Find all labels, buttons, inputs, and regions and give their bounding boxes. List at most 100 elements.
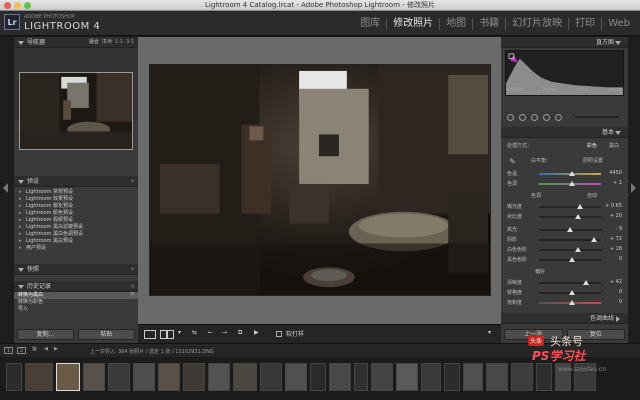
filmstrip-thumbnail[interactable] [260,363,282,391]
red-eye-icon[interactable] [543,114,550,121]
slider-temp[interactable]: 色温 4450 [505,170,624,178]
chevron-down-icon[interactable]: ▾ [178,329,181,336]
window-controls[interactable] [4,2,31,9]
image-canvas[interactable] [138,37,501,324]
preset-folder[interactable]: Lightroom 视频预设 [14,217,138,224]
page-1-button[interactable]: 1 [4,347,13,354]
slider-saturation[interactable]: 饱和度 0 [505,299,624,307]
filmstrip-thumbnail[interactable] [463,363,483,391]
zoom-window-button[interactable] [24,2,31,9]
preset-folder[interactable]: Lightroom 常规预设 [14,189,138,196]
preset-folder[interactable]: Lightroom 黑白预设 [14,238,138,245]
treatment-color[interactable]: 彩色 [587,142,597,149]
filmstrip-thumbnail[interactable] [108,363,130,391]
forward-icon[interactable]: ▶ [54,346,58,352]
preset-folder[interactable]: Lightroom 效果预设 [14,196,138,203]
preset-folder[interactable]: Lightroom 锐化预设 [14,203,138,210]
module-book[interactable]: 书籍 [472,18,505,30]
grid-overlay-icon[interactable] [507,114,514,121]
main-photo[interactable] [149,64,491,296]
module-develop[interactable]: 修改照片 [386,18,439,30]
spot-removal-icon[interactable] [531,114,538,121]
before-after-icon[interactable] [160,330,174,339]
filmstrip-thumbnail[interactable] [183,363,205,391]
filmstrip-thumbnail[interactable] [6,363,22,391]
module-print[interactable]: 打印 [568,18,601,30]
filmstrip-thumbnail[interactable] [208,363,230,391]
loupe-view-icon[interactable] [144,330,156,339]
auto-tone-button[interactable]: 自动 [587,192,597,199]
filmstrip-thumbnail[interactable] [444,363,460,391]
slider-shadows[interactable]: 阴影 + 72 [505,236,624,244]
preset-folder[interactable]: Lightroom 颜色预设 [14,210,138,217]
filmstrip-thumbnail[interactable] [285,363,307,391]
filmstrip-thumbnail[interactable] [56,363,80,391]
close-window-button[interactable] [4,2,11,9]
snapshots-header[interactable]: 快照 + [14,264,138,275]
play-icon[interactable]: ▶ [254,329,259,336]
swap-left-icon[interactable]: ⇆ [192,329,197,336]
add-preset-icon[interactable]: + [130,176,135,187]
right-panel-toggle[interactable] [628,37,640,343]
treatment-bw[interactable]: 黑白 [609,142,619,149]
module-slideshow[interactable]: 幻灯片放映 [505,18,568,30]
basic-header[interactable]: 基本 [501,127,628,138]
wb-select[interactable]: 原照设置 [583,157,603,164]
preset-folder[interactable]: 用户预设 [14,245,138,252]
slider-highlights[interactable]: 高光 - 9 [505,226,624,234]
slider-clarity[interactable]: 清晰度 + 42 [505,279,624,287]
graduated-filter-icon[interactable] [555,114,562,121]
history-header[interactable]: 历史记录 × [14,281,138,292]
slider-tint[interactable]: 色调 + 1 [505,180,624,188]
slider-exposure[interactable]: 曝光度 + 0.65 [505,203,624,211]
module-map[interactable]: 地图 [439,18,472,30]
filmstrip-thumbnail[interactable] [25,363,53,391]
filmstrip-thumbnail[interactable] [371,363,393,391]
slider-contrast[interactable]: 对比度 + 20 [505,213,624,221]
soft-proof-checkbox[interactable] [276,331,282,337]
history-item[interactable]: 转换为彩色 [14,299,138,306]
filmstrip-thumbnail[interactable] [233,363,257,391]
eyedropper-icon[interactable]: ✎ [509,157,516,166]
paste-button[interactable]: 粘贴 [78,329,135,340]
zoom-options[interactable]: 适合 填满 1:1 3:1 [89,37,134,48]
navigator-header[interactable]: 导航器 适合 填满 1:1 3:1 [14,37,138,48]
preset-folder[interactable]: Lightroom 黑白色调预设 [14,231,138,238]
filmstrip-thumbnail[interactable] [133,363,155,391]
tone-curve-header[interactable]: 色调曲线 [501,313,628,324]
source-label[interactable]: 上一次导入 [90,348,115,355]
brush-slider[interactable] [575,116,619,118]
module-library[interactable]: 图库 [354,18,386,30]
navigator-preview[interactable] [19,72,133,150]
page-2-button[interactable]: 2 [17,347,26,354]
slider-vibrance[interactable]: 鲜艳度 0 [505,289,624,297]
crop-icon[interactable] [519,114,526,121]
arrow-right-icon[interactable]: → [222,329,227,336]
filmstrip-thumbnail[interactable] [158,363,180,391]
toolbar-menu-icon[interactable]: ▾ [488,329,491,336]
slider-blacks[interactable]: 黑色色阶 0 [505,256,624,264]
filmstrip-thumbnail[interactable] [310,363,326,391]
grid-view-icon[interactable]: ▦ [32,346,37,352]
history-item[interactable]: 转换为黑白开 [14,292,138,299]
filmstrip-thumbnail[interactable] [486,363,508,391]
left-panel-toggle[interactable] [0,37,12,343]
filmstrip-thumbnail[interactable] [329,363,351,391]
back-icon[interactable]: ◀ [44,346,48,352]
copy-button[interactable]: 复制... [17,329,74,340]
histogram-header[interactable]: 直方图 [501,37,628,48]
arrow-left-icon[interactable]: ← [208,329,213,336]
filmstrip-thumbnail[interactable] [83,363,105,391]
history-item[interactable]: 导入 [14,306,138,313]
minimize-window-button[interactable] [14,2,21,9]
add-snapshot-icon[interactable]: + [130,264,135,275]
filmstrip-thumbnail[interactable] [354,363,368,391]
clear-history-icon[interactable]: × [130,281,135,292]
filmstrip-thumbnail[interactable] [421,363,441,391]
slider-whites[interactable]: 白色色阶 + 18 [505,246,624,254]
preset-folder[interactable]: Lightroom 黑白滤镜预设 [14,224,138,231]
presets-header[interactable]: 预设 + [14,176,138,187]
copy-settings-icon[interactable]: ⧉ [238,329,242,337]
module-web[interactable]: Web [601,18,636,30]
filmstrip-thumbnail[interactable] [396,363,418,391]
